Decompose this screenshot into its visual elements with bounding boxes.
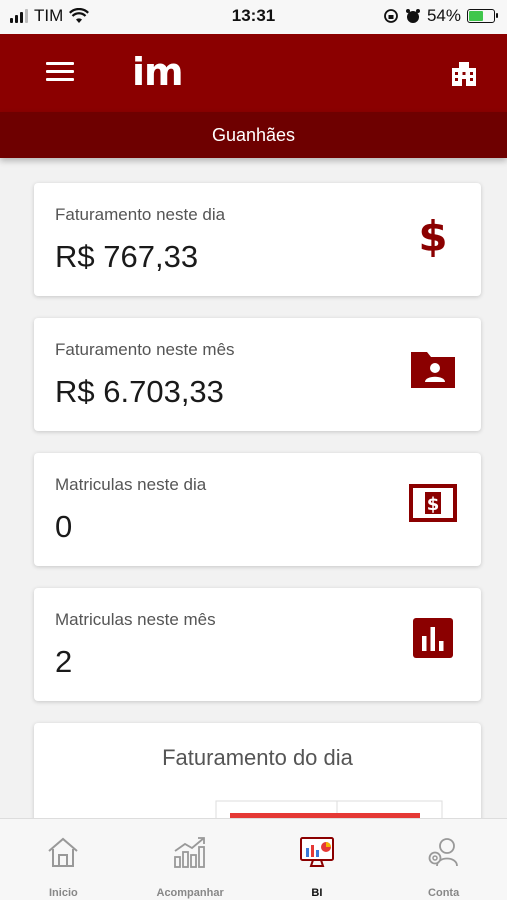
card-enrollments-day: Matriculas neste dia 0 $ [34, 453, 481, 566]
dashboard-icon [299, 837, 334, 867]
nav-item-inicio[interactable]: Inicio [0, 819, 127, 900]
card-value: R$ 6.703,33 [55, 374, 224, 409]
status-bar: TIM 13:31 54% [0, 0, 507, 34]
chart-growth-icon [174, 837, 206, 868]
nav-label: Conta [428, 887, 460, 899]
card-enrollments-month: Matriculas neste mês 2 [34, 588, 481, 701]
card-label: Faturamento neste mês [55, 340, 235, 359]
nav-label: BI [311, 887, 323, 899]
card-label: Faturamento neste dia [55, 205, 226, 224]
account-icon [428, 838, 458, 867]
svg-text:$: $ [427, 494, 440, 515]
bottom-nav: Inicio Acompanhar BI Conta [0, 818, 507, 900]
app-logo: im [132, 50, 184, 94]
status-right: 54% [383, 6, 498, 26]
location-title[interactable]: Guanhães [0, 112, 507, 158]
lock-rotation-icon [384, 9, 398, 23]
menu-button[interactable] [46, 62, 74, 84]
battery-icon [467, 9, 498, 23]
nav-label: Acompanhar [156, 887, 224, 899]
nav-item-acompanhar[interactable]: Acompanhar [127, 819, 254, 900]
card-revenue-day: Faturamento neste dia R$ 767,33 $ [34, 183, 481, 296]
dollar-icon: $ [418, 212, 447, 257]
svg-text:$: $ [418, 212, 447, 257]
alarm-icon [405, 9, 420, 23]
person-folder-icon [411, 352, 455, 388]
card-value: R$ 767,33 [55, 239, 199, 274]
bar-chart-icon [413, 618, 453, 658]
nav-item-bi[interactable]: BI [254, 819, 381, 900]
nav-item-conta[interactable]: Conta [380, 819, 507, 900]
card-value: 0 [55, 509, 73, 544]
card-revenue-month: Faturamento neste mês R$ 6.703,33 [34, 318, 481, 431]
money-bill-icon: $ [409, 484, 457, 522]
card-value: 2 [55, 644, 73, 679]
card-label: Matriculas neste mês [55, 610, 216, 629]
nav-label: Inicio [49, 887, 78, 899]
app-header: im [0, 34, 507, 112]
home-icon [48, 837, 79, 867]
battery-percent: 54% [426, 6, 461, 25]
card-label: Matriculas neste dia [55, 475, 207, 494]
building-icon[interactable] [450, 60, 478, 88]
